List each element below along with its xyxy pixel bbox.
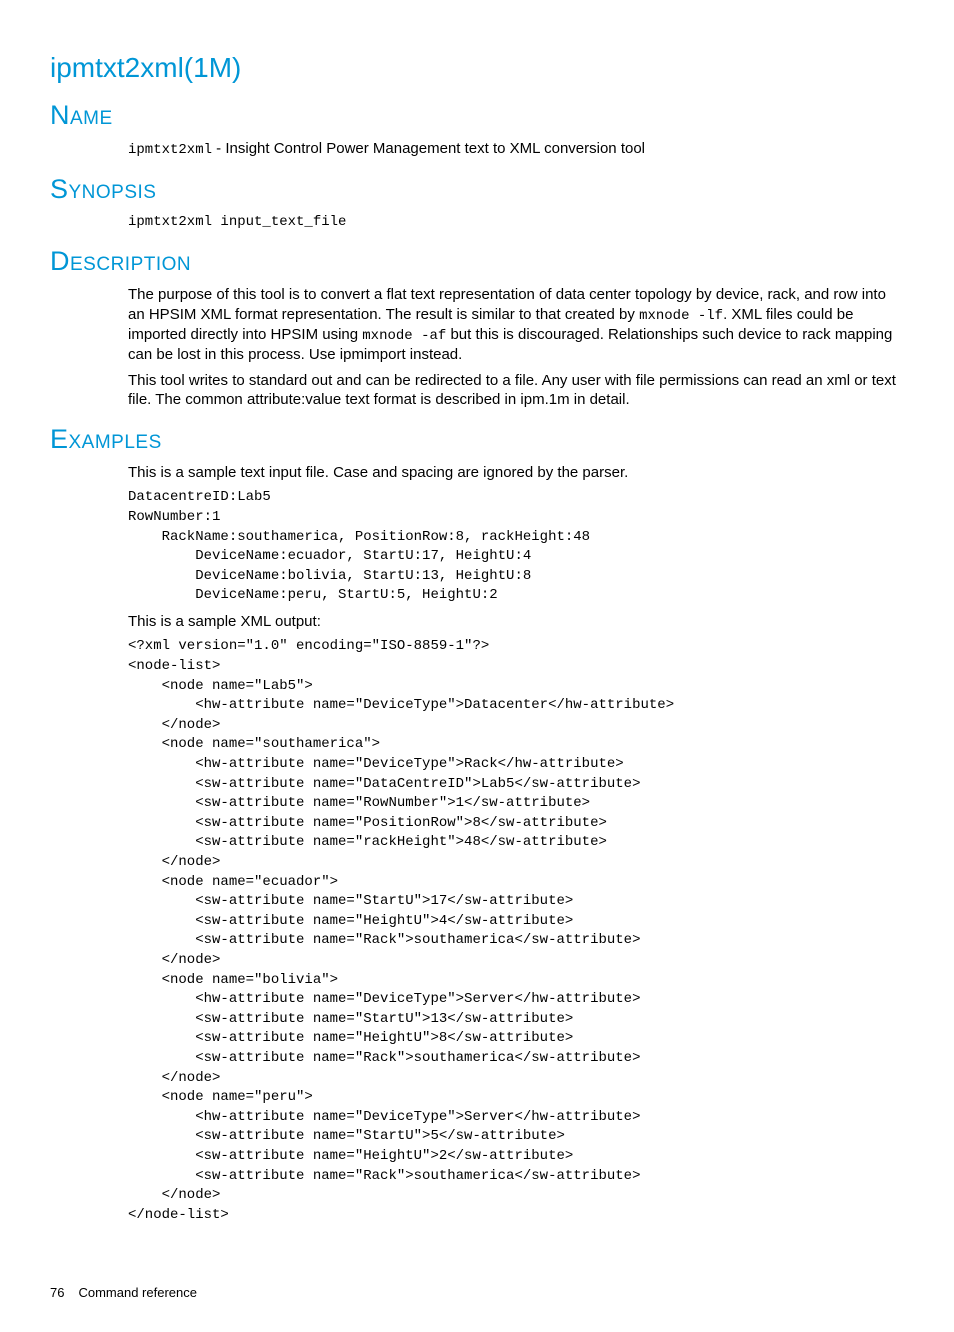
examples-sample-text: DatacentreID:Lab5 RowNumber:1 RackName:s… bbox=[128, 488, 904, 606]
description-para-2: This tool writes to standard out and can… bbox=[128, 371, 904, 410]
synopsis-text: ipmtxt2xml input_text_file bbox=[128, 213, 904, 233]
desc-code2: mxnode -af bbox=[362, 328, 446, 344]
page-footer: 76 Command reference bbox=[50, 1285, 904, 1302]
examples-sample-xml: <?xml version="1.0" encoding="ISO-8859-1… bbox=[128, 637, 904, 1225]
examples-intro-2: This is a sample XML output: bbox=[128, 612, 904, 632]
section-heading-examples: Examples bbox=[50, 422, 904, 457]
desc-code1: mxnode -lf bbox=[639, 308, 723, 324]
page-number: 76 bbox=[50, 1285, 64, 1302]
examples-intro-1: This is a sample text input file. Case a… bbox=[128, 463, 904, 483]
description-para-1: The purpose of this tool is to convert a… bbox=[128, 285, 904, 364]
section-heading-synopsis: Synopsis bbox=[50, 172, 904, 207]
name-desc: - Insight Control Power Management text … bbox=[212, 140, 645, 157]
section-heading-name: Name bbox=[50, 98, 904, 133]
name-line: ipmtxt2xml - Insight Control Power Manag… bbox=[128, 139, 904, 159]
page-title: ipmtxt2xml(1M) bbox=[50, 50, 904, 86]
name-cmd: ipmtxt2xml bbox=[128, 142, 212, 158]
section-heading-description: Description bbox=[50, 244, 904, 279]
footer-label: Command reference bbox=[78, 1285, 197, 1300]
